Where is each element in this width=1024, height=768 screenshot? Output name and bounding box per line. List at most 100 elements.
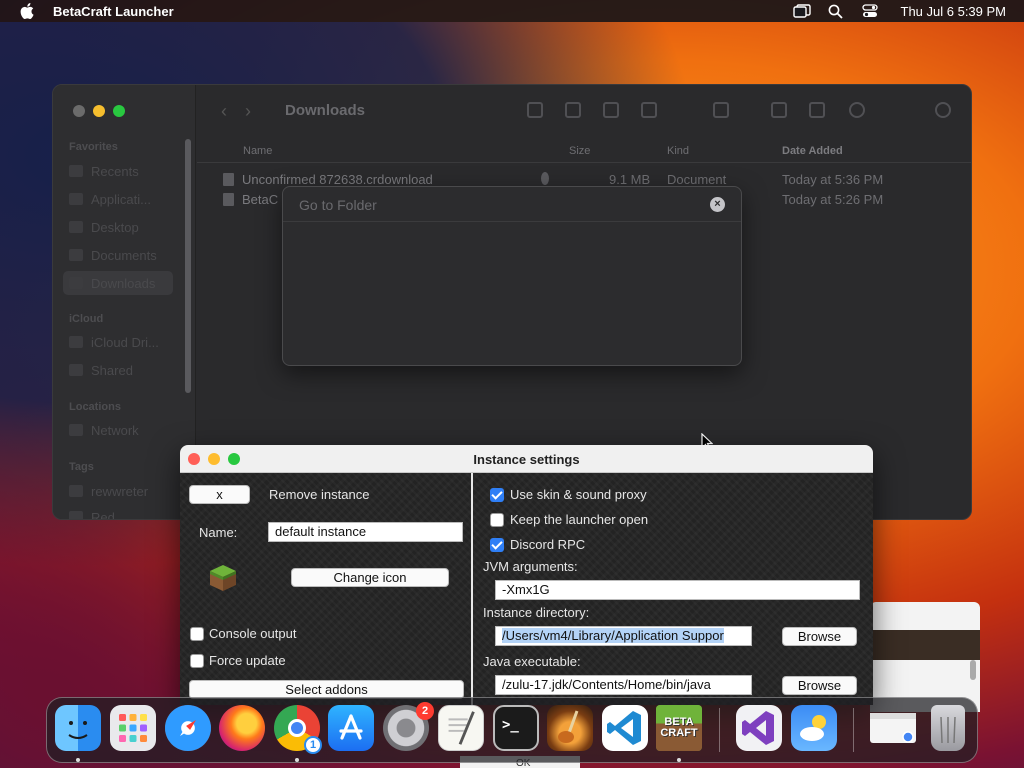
document-icon bbox=[223, 193, 234, 206]
console-output-label[interactable]: Console output bbox=[209, 626, 296, 641]
trash-icon[interactable] bbox=[931, 705, 965, 751]
safari-app-icon[interactable] bbox=[165, 705, 211, 751]
column-header-kind[interactable]: Kind bbox=[667, 145, 689, 157]
minimized-window-thumbnail[interactable] bbox=[870, 713, 916, 743]
use-skin-sound-proxy-label[interactable]: Use skin & sound proxy bbox=[510, 487, 647, 502]
applications-icon bbox=[69, 193, 83, 205]
visual-studio-app-icon[interactable] bbox=[736, 705, 782, 751]
browse-java-executable-button[interactable]: Browse bbox=[782, 676, 857, 695]
column-header-name[interactable]: Name bbox=[243, 145, 272, 157]
apple-menu-icon[interactable] bbox=[20, 3, 34, 19]
sidebar-item-label: Recents bbox=[91, 163, 139, 179]
app-store-app-icon[interactable] bbox=[328, 705, 374, 751]
back-forward-buttons[interactable]: ‹› bbox=[221, 101, 269, 122]
active-app-name[interactable]: BetaCraft Launcher bbox=[53, 4, 174, 19]
control-center-icon[interactable] bbox=[861, 3, 879, 19]
zoom-button[interactable] bbox=[113, 105, 125, 117]
file-row[interactable]: BetaC bbox=[223, 192, 278, 207]
change-icon-button[interactable]: Change icon bbox=[291, 568, 449, 587]
document-icon bbox=[69, 249, 83, 261]
instance-grass-block-icon bbox=[210, 565, 236, 591]
sidebar-item-downloads[interactable]: Downloads bbox=[63, 271, 173, 295]
garageband-app-icon[interactable] bbox=[547, 705, 593, 751]
finder-app-icon[interactable] bbox=[55, 705, 101, 751]
share-icon[interactable] bbox=[771, 102, 787, 118]
gallery-view-icon[interactable] bbox=[641, 102, 657, 118]
minimize-button[interactable] bbox=[93, 105, 105, 117]
jvm-arguments-input[interactable]: -Xmx1G bbox=[495, 580, 860, 600]
launchpad-app-icon[interactable] bbox=[110, 705, 156, 751]
sidebar-tag-red[interactable]: Red bbox=[69, 505, 189, 520]
icon-view-icon[interactable] bbox=[527, 102, 543, 118]
force-update-checkbox[interactable] bbox=[190, 654, 204, 668]
jvm-arguments-label: JVM arguments: bbox=[483, 559, 578, 574]
search-icon[interactable] bbox=[935, 102, 951, 118]
sidebar-item-desktop[interactable]: Desktop bbox=[69, 215, 189, 239]
weather-app-icon[interactable] bbox=[791, 705, 837, 751]
column-header-size[interactable]: Size bbox=[569, 145, 590, 157]
scrollbar[interactable] bbox=[970, 660, 976, 680]
betacraft-logo-text-bottom: CRAFT bbox=[660, 727, 698, 739]
sidebar-item-applications[interactable]: Applicati... bbox=[69, 187, 189, 211]
force-update-label[interactable]: Force update bbox=[209, 653, 286, 668]
keep-launcher-open-checkbox[interactable] bbox=[490, 513, 504, 527]
use-skin-sound-proxy-checkbox[interactable] bbox=[490, 488, 504, 502]
screen-mirroring-icon[interactable] bbox=[792, 3, 811, 19]
discord-rpc-checkbox[interactable] bbox=[490, 538, 504, 552]
sidebar-item-shared[interactable]: Shared bbox=[69, 358, 189, 382]
group-icon[interactable] bbox=[713, 102, 729, 118]
vscode-app-icon[interactable] bbox=[602, 705, 648, 751]
column-view-icon[interactable] bbox=[603, 102, 619, 118]
console-output-checkbox[interactable] bbox=[190, 627, 204, 641]
browse-instance-directory-button[interactable]: Browse bbox=[782, 627, 857, 646]
file-date: Today at 5:26 PM bbox=[782, 192, 884, 207]
list-view-icon[interactable] bbox=[565, 102, 581, 118]
instance-settings-body: x Remove instance Name: default instance… bbox=[180, 473, 873, 705]
sidebar-item-network[interactable]: Network bbox=[69, 418, 189, 442]
instance-settings-titlebar[interactable]: Instance settings bbox=[180, 445, 873, 473]
dialog-divider bbox=[283, 221, 741, 222]
remove-instance-button[interactable]: x bbox=[189, 485, 250, 504]
instance-directory-input[interactable]: /Users/vm4/Library/Application Suppor bbox=[495, 626, 752, 646]
desktop-icon bbox=[69, 221, 83, 233]
file-row[interactable]: Unconfirmed 872638.crdownload bbox=[223, 172, 433, 187]
window-title: Instance settings bbox=[473, 452, 580, 467]
spotlight-search-icon[interactable] bbox=[827, 3, 845, 19]
sidebar-item-recents[interactable]: Recents bbox=[69, 159, 189, 183]
name-label: Name: bbox=[199, 525, 238, 540]
shared-folder-icon bbox=[69, 364, 83, 376]
instance-directory-label: Instance directory: bbox=[483, 605, 590, 620]
chrome-running-indicator bbox=[295, 758, 299, 762]
panel-divider bbox=[471, 473, 473, 705]
menubar-clock[interactable]: Thu Jul 6 5:39 PM bbox=[901, 4, 1007, 19]
close-button[interactable] bbox=[73, 105, 85, 117]
finder-running-indicator bbox=[76, 758, 80, 762]
sidebar-tag-rewwreter[interactable]: rewwreter bbox=[69, 479, 189, 503]
tag-icon[interactable] bbox=[809, 102, 825, 118]
sidebar-item-label: Red bbox=[91, 509, 115, 520]
keep-launcher-open-label[interactable]: Keep the launcher open bbox=[510, 512, 648, 527]
column-header-date-added[interactable]: Date Added bbox=[782, 145, 843, 157]
chrome-profile-badge: 1 bbox=[304, 736, 322, 754]
dock: 1 2 >_ BETA CRAFT bbox=[46, 697, 978, 763]
instance-name-input[interactable]: default instance bbox=[268, 522, 463, 542]
betacraft-app-icon[interactable]: BETA CRAFT bbox=[656, 705, 702, 751]
close-icon[interactable]: × bbox=[710, 197, 725, 212]
globe-icon bbox=[69, 424, 83, 436]
sidebar-item-label: iCloud Dri... bbox=[91, 334, 159, 350]
firefox-app-icon[interactable] bbox=[219, 705, 265, 751]
sidebar-scrollbar[interactable] bbox=[185, 139, 191, 393]
sidebar-item-documents[interactable]: Documents bbox=[69, 243, 189, 267]
go-to-folder-dialog: Go to Folder × bbox=[282, 186, 742, 366]
dock-separator bbox=[853, 708, 854, 752]
sidebar-item-icloud-drive[interactable]: iCloud Dri... bbox=[69, 330, 189, 354]
discord-rpc-label[interactable]: Discord RPC bbox=[510, 537, 585, 552]
dock-separator bbox=[719, 708, 720, 752]
launcher-main-window bbox=[870, 602, 980, 712]
terminal-app-icon[interactable]: >_ bbox=[493, 705, 539, 751]
finder-window-title: Downloads bbox=[285, 102, 366, 119]
java-executable-input[interactable]: /zulu-17.jdk/Contents/Home/bin/java bbox=[495, 675, 752, 695]
more-actions-icon[interactable] bbox=[849, 102, 865, 118]
sidebar-item-label: Documents bbox=[91, 247, 157, 263]
textedit-app-icon[interactable] bbox=[438, 705, 484, 751]
